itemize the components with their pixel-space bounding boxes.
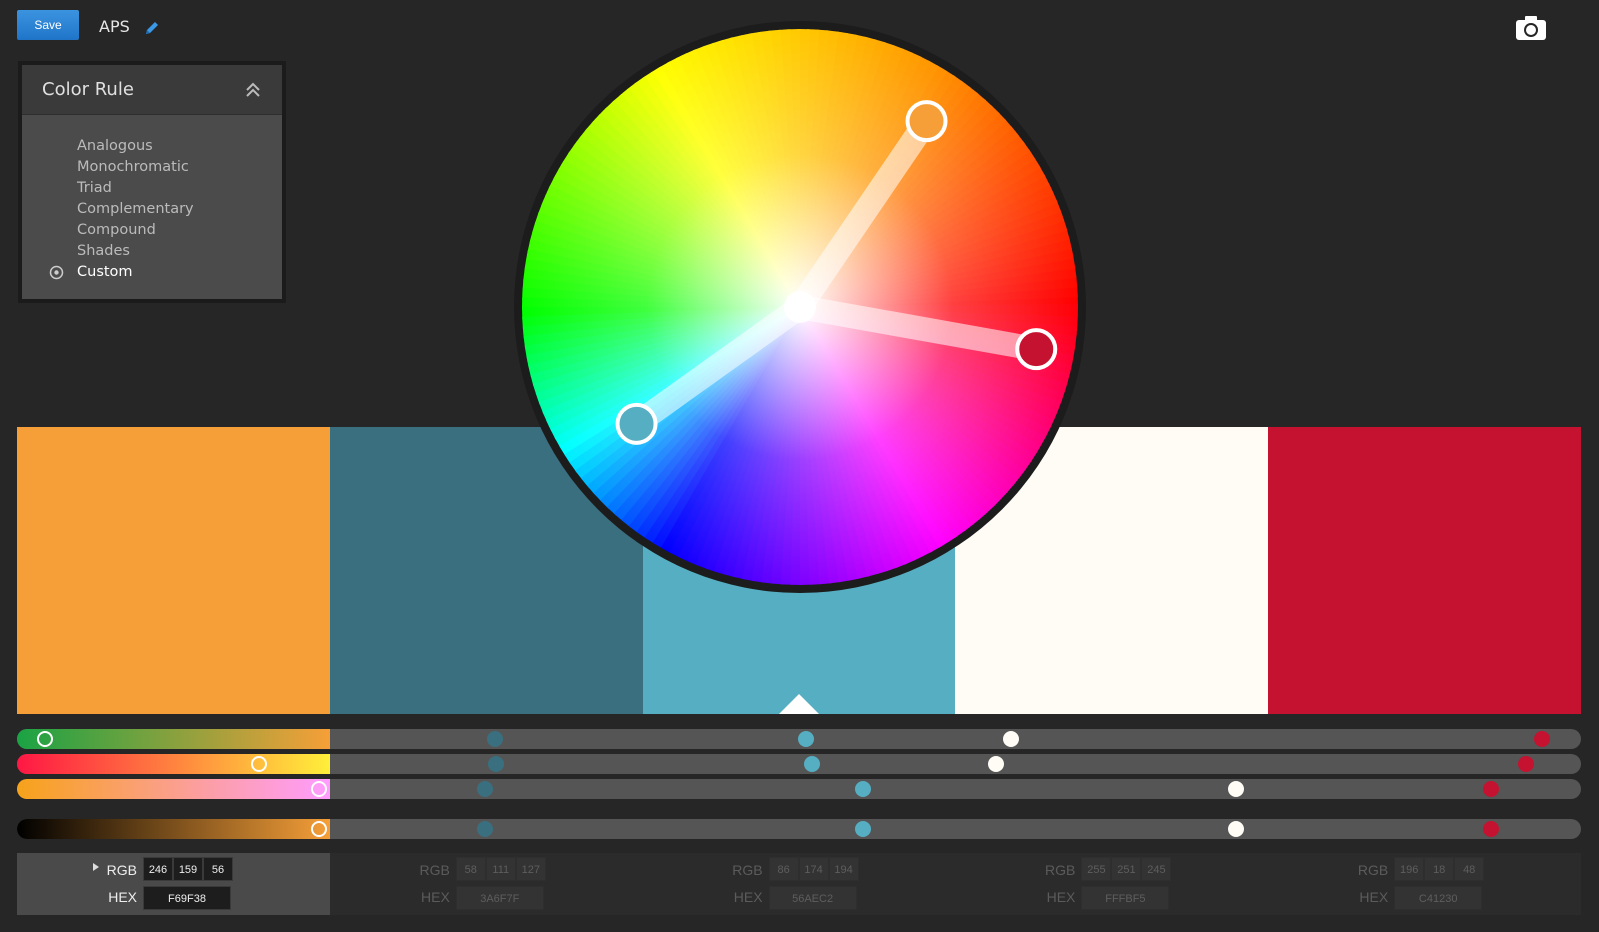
saturation-slider-fill bbox=[17, 754, 330, 774]
color-values-2: RGB 58 111 127 HEX 3A6F7F bbox=[329, 853, 643, 915]
wheel-center bbox=[784, 291, 816, 323]
color-rule-option-label: Analogous bbox=[77, 138, 153, 154]
rgb-label: RGB bbox=[1357, 862, 1389, 878]
blue-value-input[interactable]: 245 bbox=[1141, 857, 1172, 881]
color-rule-panel: Color Rule Analogous Monochromatic Triad Co… bbox=[18, 61, 286, 303]
hex-label: HEX bbox=[108, 889, 137, 905]
color-values-row: RGB 246 159 56 HEX F69F38 RGB 58 111 127 HEX 3A6F7F… bbox=[17, 853, 1581, 915]
brightness-slider[interactable] bbox=[17, 819, 1581, 839]
hex-label: HEX bbox=[421, 889, 450, 905]
slider-knob[interactable] bbox=[1228, 821, 1244, 837]
hex-value-input[interactable]: 56AEC2 bbox=[768, 886, 857, 910]
wheel-handle[interactable] bbox=[905, 100, 948, 143]
slider-knob[interactable] bbox=[1518, 756, 1535, 772]
color-rule-option-label: Complementary bbox=[77, 201, 194, 217]
color-rule-option[interactable]: Analogous bbox=[22, 136, 282, 157]
hex-value-input[interactable]: FFFBF5 bbox=[1081, 886, 1170, 910]
lightness-slider-fill bbox=[17, 779, 330, 799]
rgb-label: RGB bbox=[419, 862, 450, 878]
slider-knob[interactable] bbox=[804, 756, 821, 772]
blue-value-input[interactable]: 56 bbox=[203, 857, 233, 881]
slider-knob[interactable] bbox=[476, 781, 493, 797]
color-rule-option-label: Monochromatic bbox=[77, 159, 189, 175]
blue-value-input[interactable]: 127 bbox=[515, 857, 546, 881]
red-value-input[interactable]: 58 bbox=[455, 857, 486, 881]
brightness-slider-fill bbox=[17, 819, 330, 839]
green-value-input[interactable]: 159 bbox=[173, 857, 203, 881]
color-swatch-1[interactable] bbox=[17, 427, 330, 714]
slider-knob[interactable] bbox=[37, 731, 54, 747]
slider-knob[interactable] bbox=[987, 756, 1004, 772]
color-values-5: RGB 196 18 48 HEX C41230 bbox=[1268, 853, 1581, 915]
color-swatch-5[interactable] bbox=[1268, 427, 1581, 714]
color-values-1: RGB 246 159 56 HEX F69F38 bbox=[17, 853, 330, 915]
slider-knob[interactable] bbox=[250, 756, 267, 772]
red-value-input[interactable]: 246 bbox=[143, 857, 173, 881]
green-value-input[interactable]: 18 bbox=[1424, 857, 1455, 881]
hex-value-input[interactable]: 3A6F7F bbox=[455, 886, 544, 910]
theme-name[interactable]: APS bbox=[99, 17, 130, 36]
color-rule-option-label: Triad bbox=[77, 180, 112, 196]
radio-selected-icon bbox=[49, 265, 64, 280]
double-chevron-up-icon[interactable] bbox=[244, 81, 262, 99]
saturation-slider[interactable] bbox=[17, 754, 1581, 774]
save-button[interactable]: Save bbox=[17, 10, 79, 40]
wheel-handle[interactable] bbox=[1015, 328, 1058, 371]
green-value-input[interactable]: 251 bbox=[1111, 857, 1142, 881]
color-rule-option[interactable]: Shades bbox=[22, 241, 282, 262]
red-value-input[interactable]: 86 bbox=[768, 857, 799, 881]
red-value-input[interactable]: 196 bbox=[1394, 857, 1425, 881]
rgb-label: RGB bbox=[1045, 862, 1076, 878]
color-rule-option[interactable]: Monochromatic bbox=[22, 157, 282, 178]
color-rule-title: Color Rule bbox=[42, 79, 134, 100]
slider-knob[interactable] bbox=[486, 731, 503, 747]
slider-knob[interactable] bbox=[797, 731, 814, 747]
slider-knob[interactable] bbox=[487, 756, 504, 772]
active-swatch-marker bbox=[778, 694, 819, 714]
slider-knob[interactable] bbox=[476, 821, 493, 837]
hex-label: HEX bbox=[733, 889, 763, 905]
green-value-input[interactable]: 174 bbox=[798, 857, 829, 881]
color-rule-option-label: Shades bbox=[77, 243, 130, 259]
slider-knob[interactable] bbox=[1483, 821, 1500, 837]
blue-value-input[interactable]: 48 bbox=[1454, 857, 1485, 881]
color-rule-list: Analogous Monochromatic Triad Complementary… bbox=[22, 115, 282, 283]
slider-knob[interactable] bbox=[1533, 731, 1550, 747]
slider-knob[interactable] bbox=[310, 781, 327, 797]
hex-value-input[interactable]: F69F38 bbox=[143, 886, 231, 910]
green-value-input[interactable]: 111 bbox=[485, 857, 516, 881]
lightness-slider[interactable] bbox=[17, 779, 1581, 799]
slider-knob[interactable] bbox=[1003, 731, 1019, 747]
wheel-handle[interactable] bbox=[615, 402, 658, 445]
hue-slider-fill bbox=[17, 729, 330, 749]
slider-knob[interactable] bbox=[310, 821, 327, 837]
color-values-4: RGB 255 251 245 HEX FFFBF5 bbox=[955, 853, 1269, 915]
slider-knob[interactable] bbox=[855, 821, 872, 837]
hex-label: HEX bbox=[1046, 889, 1076, 905]
color-rule-option[interactable]: Compound bbox=[22, 220, 282, 241]
color-rule-header[interactable]: Color Rule bbox=[22, 65, 282, 115]
color-rule-option[interactable]: Complementary bbox=[22, 199, 282, 220]
color-rule-option[interactable]: Triad bbox=[22, 178, 282, 199]
color-rule-option-label: Compound bbox=[77, 222, 156, 238]
pencil-icon[interactable] bbox=[143, 19, 161, 37]
color-rule-option-label: Custom bbox=[77, 264, 133, 280]
slider-knob[interactable] bbox=[1228, 781, 1244, 797]
slider-knob[interactable] bbox=[1483, 781, 1500, 797]
hex-label: HEX bbox=[1359, 889, 1389, 905]
red-value-input[interactable]: 255 bbox=[1081, 857, 1112, 881]
camera-icon[interactable] bbox=[1515, 15, 1547, 41]
color-wheel[interactable] bbox=[510, 17, 1090, 597]
slider-knob[interactable] bbox=[855, 781, 872, 797]
rgb-label: RGB bbox=[106, 862, 137, 878]
color-values-3: RGB 86 174 194 HEX 56AEC2 bbox=[642, 853, 956, 915]
color-rule-option[interactable]: Custom bbox=[22, 262, 282, 283]
rgb-label: RGB bbox=[732, 862, 763, 878]
hex-value-input[interactable]: C41230 bbox=[1394, 886, 1483, 910]
hue-slider[interactable] bbox=[17, 729, 1581, 749]
blue-value-input[interactable]: 194 bbox=[828, 857, 859, 881]
